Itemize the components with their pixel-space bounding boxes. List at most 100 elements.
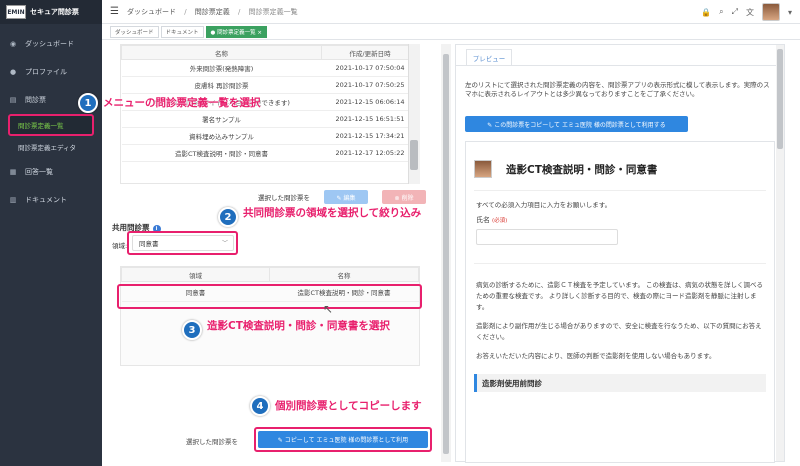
breadcrumb-separator: / — [238, 7, 241, 16]
tab-dashboard[interactable]: ダッシュボード — [110, 25, 159, 38]
scrollbar-thumb[interactable] — [443, 54, 449, 454]
callout-badge: 4 — [250, 396, 270, 416]
user-icon: ● — [9, 68, 17, 76]
cell-name: 資料埋め込みサンプル — [121, 127, 322, 145]
tab-definition-list[interactable]: ● 問診票定義一覧 × — [205, 25, 267, 38]
menu-toggle-icon[interactable]: ☰ — [110, 6, 119, 17]
form-paragraph: お答えいただいた内容により、医師の判断で造影剤を使用しない場合もあります。 — [476, 352, 716, 360]
copy-highlight-box — [254, 427, 432, 452]
form-title: 造影CT検査説明・問診・同意書 — [506, 163, 658, 176]
cell-name: 署名サンプル — [121, 110, 322, 128]
scrollbar-thumb[interactable] — [777, 49, 783, 149]
column-header-name[interactable]: 名称 — [121, 45, 322, 60]
divider — [456, 65, 784, 66]
sidebar-item-dashboard[interactable]: ◉ ダッシュボード — [0, 30, 102, 58]
sidebar-item-label: プロファイル — [25, 68, 67, 76]
callout-text: 共同問診票の領域を選択して絞り込み — [243, 207, 422, 219]
name-label: 氏名 — [476, 216, 490, 224]
preview-panel: プレビュー 左のリストにて選択された問診票定義の内容を、問診票アプリの表示形式に… — [455, 44, 785, 463]
sidebar-item-documents[interactable]: ▥ ドキュメント — [0, 186, 102, 214]
brand-logo: EMIN — [6, 5, 26, 19]
breadcrumb: ダッシュボード / 問診票定義 / 問診票定義一覧 — [127, 7, 298, 17]
preview-scrollbar[interactable] — [776, 45, 784, 461]
form-section-heading: 造影剤使用前問診 — [474, 374, 766, 392]
table-row[interactable]: 資料埋め込みサンプル 2021-12-15 17:34:21 — [121, 127, 419, 145]
callout-2: 2 共同問診票の領域を選択して絞り込み — [218, 207, 423, 227]
cell-date: 2021-12-17 12:05:22 — [321, 144, 419, 162]
callout-3: 3 造影CT検査説明・問診・同意書を選択 — [182, 320, 407, 340]
table-row[interactable]: 署名サンプル 2021-12-15 16:51:51 — [121, 110, 419, 128]
sidebar-item-answers[interactable]: ▦ 回答一覧 — [0, 158, 102, 186]
form-paragraph: 造影剤により副作用が生じる場合がありますので、安全に検査を行なうため、以下の質問… — [476, 322, 762, 341]
sidebar-item-label: ドキュメント — [25, 196, 67, 204]
delete-button[interactable]: ⊗ 削除 — [382, 190, 426, 204]
required-badge: (必須) — [492, 218, 508, 224]
name-input[interactable] — [476, 229, 618, 245]
cell-date: 2021-12-15 16:51:51 — [321, 110, 419, 128]
table-scrollbar-thumb[interactable] — [410, 140, 418, 170]
cell-date: 2021-12-15 17:34:21 — [321, 127, 419, 145]
callout-badge: 2 — [218, 207, 238, 227]
sidebar-nav: ◉ ダッシュボード ● プロファイル ▤ 問診票 問診票定義一覧 問診票定義エデ… — [0, 30, 102, 214]
cell-date: 2021-10-17 07:50:25 — [321, 76, 419, 94]
cell-name: 造影CT検査説明・問診・同意書 — [121, 144, 322, 162]
form-avatar — [474, 160, 492, 178]
lock-icon[interactable]: 🔒 — [701, 8, 711, 17]
fullscreen-icon[interactable]: ⤢ — [732, 7, 738, 17]
document-icon: ▤ — [9, 96, 17, 104]
cell-name: 外来問診票(発熱障害) — [121, 59, 322, 77]
divider — [474, 263, 766, 264]
callout-1: 1 メニューの問診票定義一覧を選択 — [78, 93, 261, 113]
required-note: すべての必須入力項目に入力をお願いします。 — [476, 201, 612, 209]
table-row[interactable]: 造影CT検査説明・問診・同意書 2021-12-17 12:05:22 — [121, 144, 419, 162]
area-label: 領域: — [112, 242, 128, 250]
breadcrumb-item-current: 問診票定義一覧 — [248, 7, 298, 16]
breadcrumb-item-definitions[interactable]: 問診票定義 — [195, 8, 230, 16]
sidebar-subitem-definition-list[interactable]: 問診票定義一覧 — [8, 114, 94, 136]
definition-actions: 選択した問診票を ✎ 編集 ⊗ 削除 — [258, 190, 426, 204]
sidebar-item-label: 問診票 — [25, 96, 46, 104]
dashboard-icon: ◉ — [9, 40, 17, 48]
form-header: 造影CT検査説明・問診・同意書 — [466, 142, 774, 178]
column-header-date[interactable]: 作成/更新日時 — [321, 45, 419, 60]
selected-label: 選択した問診票を — [186, 438, 238, 446]
column-header-name[interactable]: 名称 — [269, 267, 419, 282]
page-tabs: ダッシュボード ドキュメント ● 問診票定義一覧 × — [102, 24, 800, 40]
callout-text: メニューの問診票定義一覧を選択 — [103, 97, 261, 109]
column-header-area[interactable]: 領域 — [121, 267, 270, 282]
table-row[interactable]: 皮膚科 再診問診票 2021-10-17 07:50:25 — [121, 76, 419, 94]
translate-icon[interactable]: 文 — [746, 7, 754, 18]
callout-badge: 1 — [78, 93, 98, 113]
search-icon[interactable]: ⌕ — [719, 7, 723, 17]
area-highlight-box — [127, 231, 238, 255]
definition-table: 名称 作成/更新日時 外来問診票(発熱障害) 2021-10-17 07:50:… — [120, 44, 420, 184]
sidebar-item-profile[interactable]: ● プロファイル — [0, 58, 102, 86]
preview-copy-button[interactable]: ✎ この問診票をコピーして エミュ医院 様の問診票として利用する — [465, 116, 688, 132]
table-row[interactable]: 外来問診票(発熱障害) 2021-10-17 07:50:04 — [121, 59, 419, 77]
callout-4: 4 個別問診票としてコピーします — [250, 396, 422, 416]
mouse-cursor-icon: ↖ — [323, 302, 334, 316]
list-icon: ▦ — [9, 168, 17, 176]
edit-button[interactable]: ✎ 編集 — [324, 190, 368, 204]
docs-icon: ▥ — [9, 196, 17, 204]
cell-date: 2021-10-17 07:50:04 — [321, 59, 419, 77]
sidebar-subitem-label: 問診票定義一覧 — [18, 122, 64, 130]
selected-label: 選択した問診票を — [258, 194, 310, 202]
sidebar-item-label: ダッシュボード — [25, 40, 74, 48]
sidebar: EMIN セキュア問診票 ◉ ダッシュボード ● プロファイル ▤ 問診票 問診… — [0, 0, 102, 466]
name-field-label: 氏名 (必須) — [466, 209, 774, 225]
sidebar-subitem-label: 問診票定義エディタ — [18, 144, 77, 152]
callout-text: 個別問診票としてコピーします — [275, 400, 422, 412]
tab-documents[interactable]: ドキュメント — [160, 25, 204, 38]
chevron-down-icon[interactable]: ▾ — [788, 8, 792, 17]
brand-title: セキュア問診票 — [30, 8, 79, 16]
form-paragraph: 病気の診断するために、造影ＣＴ検査を予定しています。 この検査は、病気の状態を詳… — [476, 281, 764, 311]
left-panel-scrollbar[interactable] — [441, 44, 451, 462]
avatar[interactable] — [761, 3, 780, 21]
sidebar-subitem-definition-editor[interactable]: 問診票定義エディタ — [0, 136, 102, 158]
cell-name: 皮膚科 再診問診票 — [121, 76, 322, 94]
breadcrumb-item-dashboard[interactable]: ダッシュボード — [127, 8, 176, 16]
callout-badge: 3 — [182, 320, 202, 340]
tab-preview[interactable]: プレビュー — [466, 49, 512, 65]
preview-description: 左のリストにて選択された問診票定義の内容を、問診票アプリの表示形式に模して表示し… — [465, 81, 770, 98]
